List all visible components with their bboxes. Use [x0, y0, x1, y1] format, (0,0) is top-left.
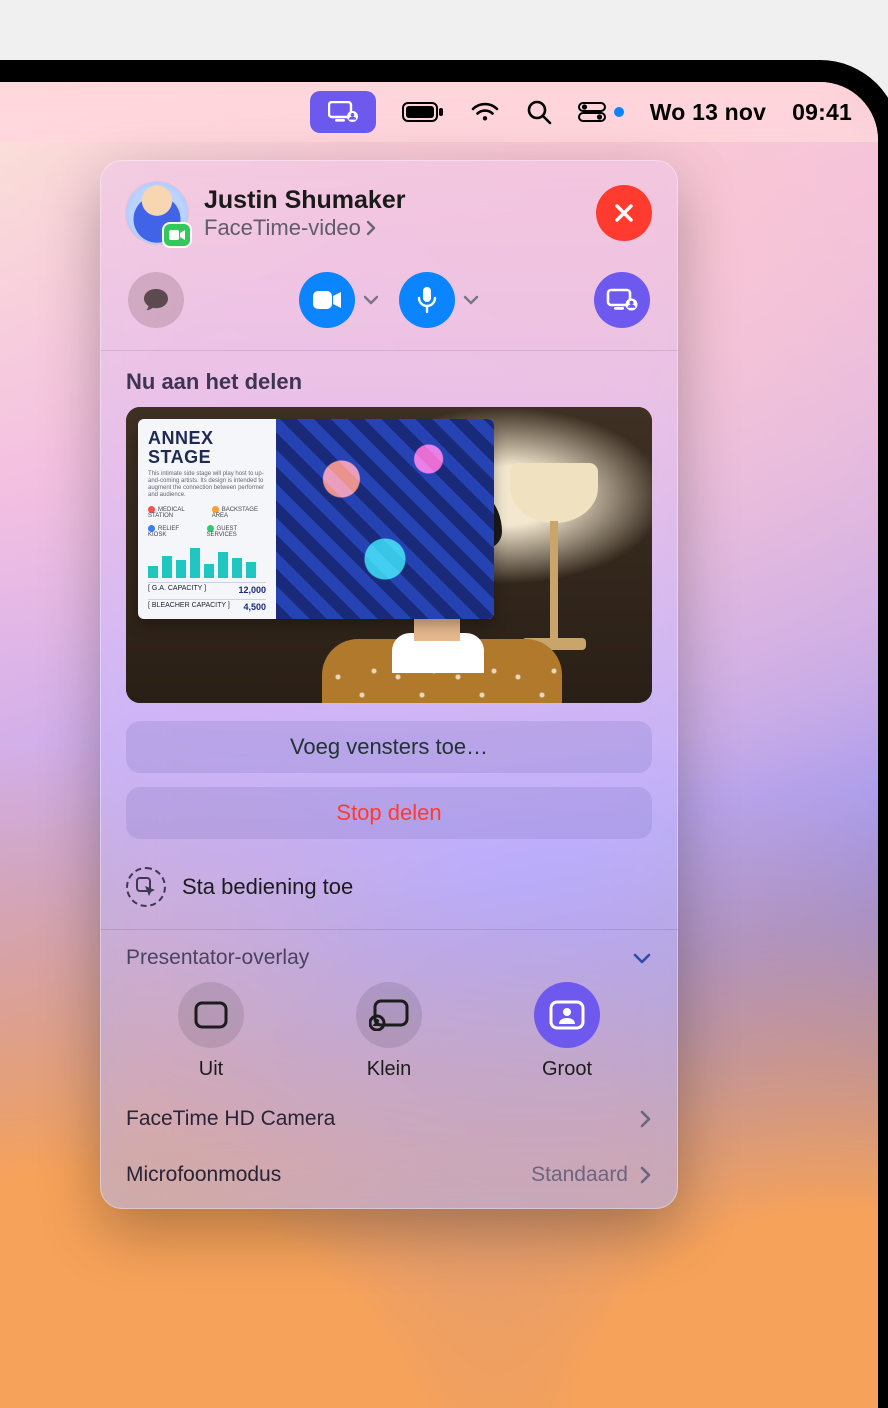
call-subtitle-label: FaceTime-video [204, 215, 361, 241]
overlay-large-icon [549, 1000, 585, 1030]
overlay-off-label: Uit [199, 1058, 223, 1081]
add-windows-button[interactable]: Voeg vensters toe… [126, 721, 652, 773]
overlay-large-label: Groot [542, 1058, 592, 1081]
battery-status[interactable] [402, 102, 444, 122]
menubar-date[interactable]: Wo 13 nov [650, 99, 766, 126]
mic-toggle-button[interactable] [399, 272, 455, 328]
camera-toggle-button[interactable] [299, 272, 355, 328]
mic-icon [417, 286, 437, 314]
display: Wo 13 nov 09:41 Justin Shumaker FaceTime… [0, 82, 878, 1408]
overlay-small-icon [369, 999, 409, 1031]
caller-name: Justin Shumaker [204, 186, 580, 215]
control-center-icon [578, 102, 606, 122]
call-header: Justin Shumaker FaceTime-video [100, 160, 678, 258]
overlay-off-option[interactable]: Uit [178, 982, 244, 1081]
screenshare-icon [606, 288, 638, 312]
screenshare-toggle-button[interactable] [594, 272, 650, 328]
wifi-icon [470, 101, 500, 123]
mic-mode-row[interactable]: Microfoonmodus Standaard [100, 1147, 678, 1203]
overlay-large-option[interactable]: Groot [534, 982, 600, 1081]
facetime-badge-icon [164, 224, 190, 246]
presenter-overlay-header[interactable]: Presentator-overlay [100, 930, 678, 976]
camera-options-button[interactable] [363, 294, 379, 306]
search-icon [526, 99, 552, 125]
presenter-overlay-label: Presentator-overlay [126, 946, 309, 970]
overlay-small-label: Klein [367, 1058, 411, 1081]
video-icon [312, 290, 342, 310]
control-center-button[interactable] [578, 102, 624, 122]
now-sharing-section: Nu aan het delen ANNEXSTAGE This intimat… [100, 351, 678, 847]
overlay-off-icon [194, 1001, 228, 1029]
chevron-right-icon [638, 1165, 652, 1185]
screenshare-icon [328, 101, 358, 123]
remote-control-icon [126, 867, 166, 907]
message-bubble-icon [142, 287, 170, 313]
chevron-down-icon [632, 951, 652, 965]
mic-mode-label: Microfoonmodus [126, 1163, 281, 1187]
call-controls [100, 258, 678, 350]
chevron-down-icon [363, 294, 379, 306]
now-sharing-title: Nu aan het delen [126, 369, 652, 395]
chevron-right-icon [365, 220, 377, 236]
facetime-controls-popover: Justin Shumaker FaceTime-video [100, 160, 678, 1209]
battery-icon [402, 102, 444, 122]
share-preview[interactable]: ANNEXSTAGE This intimate side stage will… [126, 407, 652, 703]
mic-mode-value: Standaard [531, 1163, 628, 1187]
chevron-right-icon [638, 1109, 652, 1129]
camera-control [299, 272, 379, 328]
allow-control-label: Sta bediening toe [182, 874, 353, 900]
menubar: Wo 13 nov 09:41 [0, 82, 878, 142]
menubar-time[interactable]: 09:41 [792, 99, 852, 126]
overlay-small-option[interactable]: Klein [356, 982, 422, 1081]
shared-window-thumbnail: ANNEXSTAGE This intimate side stage will… [138, 419, 494, 619]
mic-control [399, 272, 479, 328]
stop-sharing-button[interactable]: Stop delen [126, 787, 652, 839]
messages-button[interactable] [128, 272, 184, 328]
end-call-button[interactable] [596, 185, 652, 241]
wifi-status[interactable] [470, 101, 500, 123]
device-frame: Wo 13 nov 09:41 Justin Shumaker FaceTime… [0, 60, 888, 1408]
spotlight-button[interactable] [526, 99, 552, 125]
chevron-down-icon [463, 294, 479, 306]
avatar[interactable] [126, 182, 188, 244]
close-icon [612, 201, 636, 225]
camera-row[interactable]: FaceTime HD Camera [100, 1091, 678, 1147]
camera-row-label: FaceTime HD Camera [126, 1107, 335, 1131]
call-subtitle-button[interactable]: FaceTime-video [204, 215, 580, 241]
mic-options-button[interactable] [463, 294, 479, 306]
presenter-overlay-options: Uit Klein [100, 976, 678, 1091]
allow-control-button[interactable]: Sta bediening toe [100, 847, 678, 929]
screenshare-menubar-button[interactable] [310, 91, 376, 133]
activity-dot-icon [614, 107, 624, 117]
